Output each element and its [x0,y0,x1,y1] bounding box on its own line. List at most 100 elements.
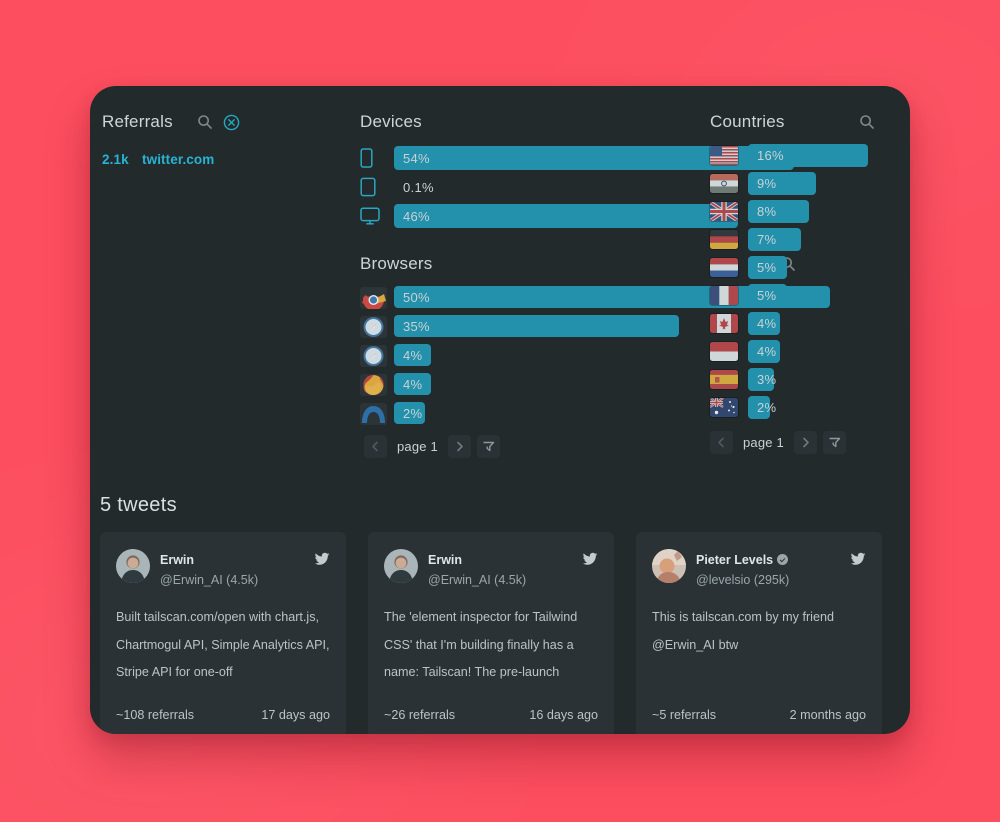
mobile-phone-icon [360,148,394,168]
tablet-icon [360,177,394,197]
samsung-internet-icon [360,403,394,425]
tweet-time: 2 months ago [789,708,866,723]
twitter-icon [582,552,598,565]
country-row-es[interactable]: 3% [710,367,900,391]
referrals-header: Referrals [102,112,360,132]
twitter-icon [314,552,330,565]
avatar [384,549,418,583]
tweet-card[interactable]: Erwin @Erwin_AI (4.5k) Built tailscan.co… [100,532,346,734]
tweets-heading: 5 tweets [100,494,177,516]
tweet-body: Built tailscan.com/open with chart.js, C… [116,610,330,679]
tweet-author-name: Erwin [428,553,463,567]
referral-count: 2.1k [102,152,129,167]
flag-es-icon [710,370,748,389]
flag-us-icon [710,146,748,165]
country-value-ca: 4% [757,315,777,331]
chrome-icon [360,287,394,309]
close-circle-icon[interactable] [223,114,240,131]
twitter-icon [850,552,866,565]
device-value-desktop: 46% [403,208,430,224]
tweet-time: 16 days ago [529,708,598,723]
flag-au-icon [710,398,748,417]
tweet-header: Pieter Levels @levelsio (295k) [652,549,866,588]
country-row-au[interactable]: 2% [710,395,900,419]
tweet-header: Erwin @Erwin_AI (4.5k) [116,549,330,588]
browser-value-safari: 35% [403,318,430,334]
browser-value-samsung-internet: 2% [403,405,423,421]
analytics-panel: Referrals 2.1k twitter.com Devices 54% 0… [90,86,910,734]
browsers-title: Browsers [360,254,433,273]
country-value-in: 9% [757,175,777,191]
countries-title: Countries [710,112,785,131]
countries-section: Countries 16% 9% 8% 7% 5% 5% 4% 4% 3% 2%… [710,112,900,454]
country-value-fr: 5% [757,287,777,303]
referral-row[interactable]: 2.1k twitter.com [102,152,360,167]
flag-nl-icon [710,258,748,277]
browsers-page-label: page 1 [397,439,438,454]
country-row-de[interactable]: 7% [710,227,900,251]
country-value-gb: 8% [757,203,777,219]
countries-prev-page-button[interactable] [710,431,733,454]
tweet-card[interactable]: Pieter Levels @levelsio (295k) This is t… [636,532,882,734]
countries-filter-button[interactable] [822,431,846,454]
safari-icon [360,316,394,338]
tweet-footer: ~5 referrals 2 months ago [652,708,866,722]
tweet-body: The 'element inspector for Tailwind CSS'… [384,610,578,679]
country-row-gb[interactable]: 8% [710,199,900,223]
countries-header: Countries [710,112,875,132]
desktop-icon [360,207,394,225]
tweet-author-block: Erwin @Erwin_AI (4.5k) [428,549,572,588]
referral-domain[interactable]: twitter.com [142,152,214,167]
device-value-mobile: 54% [403,150,430,166]
tweet-footer: ~108 referrals 17 days ago [116,708,330,722]
tweet-author-block: Pieter Levels @levelsio (295k) [696,549,840,588]
browsers-next-page-button[interactable] [447,435,471,458]
referrals-title: Referrals [102,112,173,131]
search-icon[interactable] [859,114,875,130]
country-value-au: 2% [757,399,777,415]
device-bar-desktop [394,204,738,228]
tweet-author-handle: @Erwin_AI (4.5k) [160,573,259,588]
device-value-tablet: 0.1% [403,179,434,195]
tweet-footer: ~26 referrals 16 days ago [384,708,598,722]
tweet-referrals: ~5 referrals [652,708,717,723]
country-value-de: 7% [757,231,777,247]
country-value-es: 3% [757,371,777,387]
flag-gb-icon [710,202,748,221]
countries-pager: page 1 [710,431,900,454]
tweet-referrals: ~26 referrals [384,708,456,723]
browsers-prev-page-button[interactable] [364,435,387,458]
safari-ios-icon [360,345,394,367]
country-value-us: 16% [757,147,784,163]
country-row-in[interactable]: 9% [710,171,900,195]
country-row-fr[interactable]: 5% [710,283,900,307]
tweet-time: 17 days ago [261,708,330,723]
verified-badge-icon [777,554,789,565]
browser-value-chrome: 50% [403,289,430,305]
country-value-id: 4% [757,343,777,359]
browser-value-safari-ios: 4% [403,347,423,363]
tweet-referrals: ~108 referrals [116,708,195,723]
country-row-nl[interactable]: 5% [710,255,900,279]
flag-de-icon [710,230,748,249]
browsers-filter-button[interactable] [476,435,500,458]
country-row-us[interactable]: 16% [710,143,900,167]
country-value-nl: 5% [757,259,777,275]
avatar [116,549,150,583]
flag-id-icon [710,342,748,361]
flag-ca-icon [710,314,748,333]
referrals-section: Referrals 2.1k twitter.com [90,86,360,167]
flag-fr-icon [710,286,748,305]
countries-next-page-button[interactable] [793,431,817,454]
tweet-body: This is tailscan.com by my friend @Erwin… [652,610,834,652]
avatar [652,549,686,583]
country-row-ca[interactable]: 4% [710,311,900,335]
flag-in-icon [710,174,748,193]
tweet-card[interactable]: Erwin @Erwin_AI (4.5k) The 'element insp… [368,532,614,734]
search-icon[interactable] [197,114,213,130]
tweet-author-handle: @Erwin_AI (4.5k) [428,573,527,588]
browser-bar-safari [394,315,679,337]
tweet-author-name: Pieter Levels [696,553,774,567]
country-row-id[interactable]: 4% [710,339,900,363]
tweets-grid: Erwin @Erwin_AI (4.5k) Built tailscan.co… [100,532,882,734]
